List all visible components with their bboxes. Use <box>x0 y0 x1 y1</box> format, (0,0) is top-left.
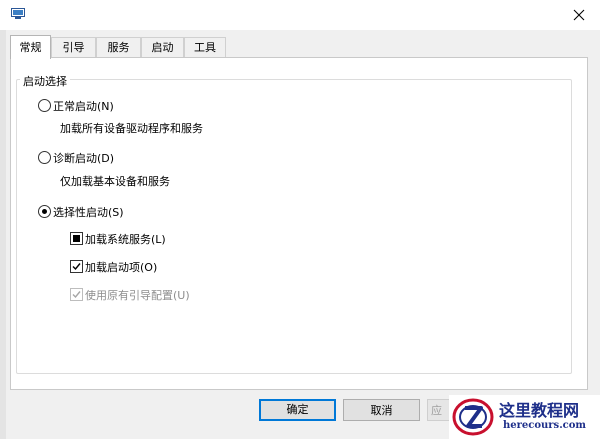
watermark: 这里教程网 herecours.com <box>449 395 600 439</box>
close-button[interactable] <box>568 4 590 26</box>
title-bar <box>0 0 600 30</box>
normal-startup-description: 加载所有设备驱动程序和服务 <box>60 122 203 135</box>
close-icon <box>573 9 585 21</box>
system-config-icon <box>11 8 25 19</box>
herecours-logo-icon <box>452 398 494 436</box>
normal-startup-label[interactable]: 正常启动(N) <box>53 98 114 114</box>
use-original-boot-config-label: 使用原有引导配置(U) <box>85 289 190 302</box>
selective-startup-radio[interactable] <box>38 205 51 218</box>
load-startup-items-checkbox[interactable] <box>70 260 83 273</box>
load-system-services-checkbox[interactable] <box>70 232 83 245</box>
selective-startup-label[interactable]: 选择性启动(S) <box>53 204 124 220</box>
group-legend: 启动选择 <box>20 73 70 89</box>
tab-services[interactable]: 服务 <box>96 37 141 58</box>
normal-startup-radio[interactable] <box>38 99 51 112</box>
diagnostic-startup-radio[interactable] <box>38 151 51 164</box>
cancel-button[interactable]: 取消 <box>343 399 420 421</box>
tab-tools[interactable]: 工具 <box>184 37 226 58</box>
watermark-url: herecours.com <box>503 420 587 431</box>
ok-button[interactable]: 确定 <box>259 399 336 421</box>
load-startup-items-label[interactable]: 加载启动项(O) <box>85 259 157 275</box>
checkmark-icon <box>72 291 81 299</box>
diagnostic-startup-description: 仅加载基本设备和服务 <box>60 175 170 188</box>
watermark-title: 这里教程网 <box>499 401 580 420</box>
diagnostic-startup-label[interactable]: 诊断启动(D) <box>53 150 114 166</box>
tab-startup[interactable]: 启动 <box>141 37 184 58</box>
tab-general[interactable]: 常规 <box>10 35 51 59</box>
use-original-boot-config-checkbox <box>70 288 83 301</box>
tab-boot[interactable]: 引导 <box>51 37 96 58</box>
checkmark-icon <box>72 263 81 271</box>
load-system-services-label[interactable]: 加载系统服务(L) <box>85 231 166 247</box>
